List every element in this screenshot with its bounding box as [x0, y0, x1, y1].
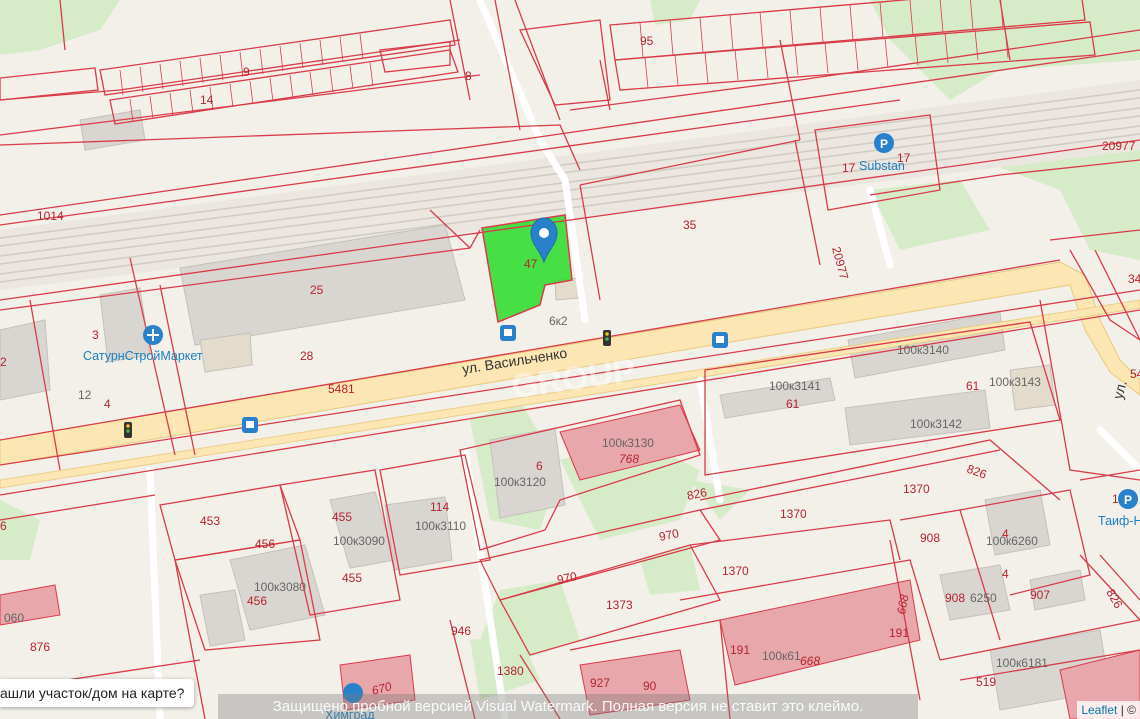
- cad-label: 95: [640, 34, 654, 48]
- cad-label: 453: [200, 514, 220, 528]
- cad-label: 191: [889, 626, 909, 640]
- substan-poi-icon[interactable]: P: [874, 133, 894, 153]
- cad-label: 927: [590, 676, 610, 690]
- cad-label: 455: [332, 510, 352, 524]
- building-label: 060: [4, 611, 24, 625]
- map-canvas[interactable]: P P 9 14 8 95 1014 20977 20977 17 17 35 …: [0, 0, 1140, 719]
- taif-poi-icon[interactable]: P: [1118, 489, 1138, 509]
- cad-label: 114: [430, 500, 449, 514]
- trial-watermark-banner: Защищено пробной версией Visual Watermar…: [218, 694, 918, 719]
- cad-label: 54: [1130, 367, 1140, 381]
- svg-text:P: P: [1124, 493, 1132, 507]
- svg-text:P: P: [880, 137, 888, 151]
- building-label: 6к2: [549, 314, 568, 328]
- cad-label: 191: [730, 643, 750, 657]
- cad-label: 5481: [328, 382, 355, 396]
- leaflet-link[interactable]: Leaflet: [1081, 703, 1117, 717]
- cad-label: 908: [920, 531, 940, 545]
- poi-label-taif[interactable]: Таиф-Н: [1098, 514, 1140, 528]
- cad-label: 456: [247, 594, 267, 608]
- cad-label: 34: [1128, 272, 1140, 286]
- cad-label: 876: [30, 640, 50, 654]
- cad-label: 17: [842, 161, 856, 175]
- cad-label: 668: [800, 654, 820, 668]
- cad-label: 455: [342, 571, 362, 585]
- poi-label-saturn[interactable]: СатурнСтройМаркет: [83, 349, 203, 363]
- cad-label: 90: [643, 679, 657, 693]
- cad-label: 908: [945, 591, 965, 605]
- cad-label: 3: [92, 328, 99, 342]
- building-label: 100к3090: [333, 534, 385, 548]
- cad-label: 1014: [37, 209, 64, 223]
- attribution-separator: | ©: [1120, 703, 1136, 717]
- cad-label: 1380: [497, 664, 524, 678]
- cad-label: 25: [310, 283, 324, 297]
- cad-label: 2: [0, 355, 7, 369]
- building-label: 100к3140: [897, 343, 949, 357]
- cad-label: 35: [683, 218, 697, 232]
- cad-label: 14: [200, 93, 214, 107]
- building-label: 6250: [970, 591, 997, 605]
- cad-label: 519: [976, 675, 996, 689]
- cad-label: 47: [524, 257, 538, 271]
- cad-label: 456: [255, 537, 275, 551]
- building-label: 100к3130: [602, 436, 654, 450]
- cad-label: 4: [104, 397, 111, 411]
- building-label: 100к61: [762, 649, 801, 663]
- cad-label: 8: [465, 69, 472, 83]
- cad-label: 768: [619, 452, 639, 466]
- building-label: 100к3110: [415, 519, 466, 533]
- cad-label: 61: [786, 397, 800, 411]
- cad-label: 28: [300, 349, 314, 363]
- cad-label: 6: [536, 459, 543, 473]
- help-prompt-text: ашли участок/дом на карте?: [0, 685, 185, 701]
- saturn-poi-icon[interactable]: [143, 325, 163, 345]
- building-label: 100к3143: [989, 375, 1041, 389]
- trial-watermark-text: Защищено пробной версией Visual Watermar…: [272, 698, 864, 715]
- cad-label: 4: [1002, 567, 1009, 581]
- cad-label: 1: [1112, 492, 1119, 506]
- cad-label: 907: [1030, 588, 1050, 602]
- poi-label-substan[interactable]: Substan: [859, 159, 905, 173]
- cad-label: 946: [451, 624, 471, 638]
- building-label: 100к3141: [769, 379, 821, 393]
- cad-label: 9: [243, 65, 250, 79]
- cad-label: 1370: [722, 564, 749, 578]
- help-prompt-box[interactable]: ашли участок/дом на карте?: [0, 679, 195, 707]
- building-label: 100к3142: [910, 417, 962, 431]
- cad-label: 61: [966, 379, 980, 393]
- map-attribution: Leaflet | ©: [1077, 701, 1140, 719]
- building-label: 100к3120: [494, 475, 546, 489]
- building-label: 100к6260: [986, 534, 1038, 548]
- cad-label: 1370: [903, 482, 930, 496]
- cad-label: 1373: [606, 598, 633, 612]
- building-label: 12: [78, 388, 92, 402]
- cad-label: 6: [0, 519, 7, 533]
- cad-label: 20977: [1102, 139, 1136, 153]
- cad-label: 1370: [780, 507, 807, 521]
- building-label: 100к6181: [996, 656, 1048, 670]
- building-label: 100к3080: [254, 580, 306, 594]
